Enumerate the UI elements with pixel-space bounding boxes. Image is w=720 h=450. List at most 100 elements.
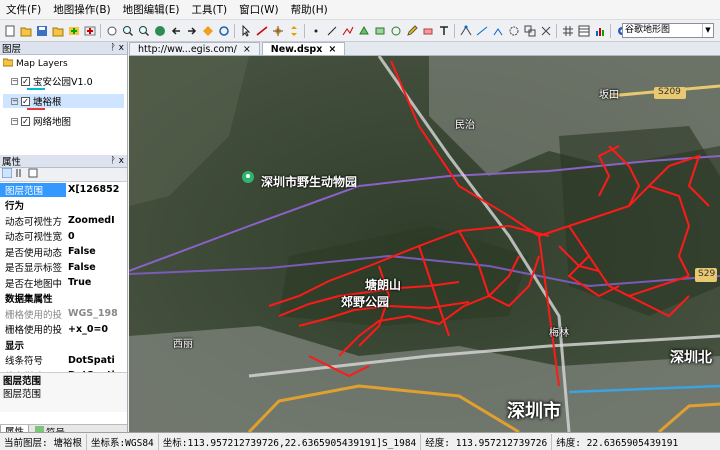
zoom-out-icon[interactable]: [136, 23, 151, 39]
map-label-xili: 西丽: [173, 339, 193, 350]
pin-icon[interactable]: ᚹ x: [110, 43, 127, 53]
menu-tools[interactable]: 工具(T): [185, 2, 233, 17]
property-category[interactable]: 行为: [0, 198, 127, 214]
property-pages-icon[interactable]: [28, 168, 38, 181]
union-icon[interactable]: [522, 23, 537, 39]
property-value[interactable]: DotSpati: [66, 370, 127, 372]
add-data-icon[interactable]: [66, 23, 81, 39]
eraser-icon[interactable]: [420, 23, 435, 39]
layer-checkbox[interactable]: ✓: [21, 76, 30, 86]
polygon-tool-icon[interactable]: [356, 23, 371, 39]
menu-map-ops[interactable]: 地图操作(B): [47, 2, 116, 17]
property-value[interactable]: +x_0=0: [66, 324, 127, 335]
status-latitude: 纬度: 22.6365905439191: [556, 437, 679, 449]
property-row[interactable]: 动态可视性宽 0: [0, 229, 127, 245]
pan-icon[interactable]: [104, 23, 119, 39]
merge-icon[interactable]: [490, 23, 505, 39]
status-bar: 当前图层: 塘裕根 坐标系:WGS84 坐标:113.957212739726,…: [0, 432, 720, 450]
property-value[interactable]: False: [66, 262, 127, 273]
layer-checkbox[interactable]: ✓: [21, 116, 30, 126]
property-grid: 图层范围 X[126852 行为 动态可视性方 ZoomedI 动态可视性宽 0 是否使用动态…: [0, 182, 127, 372]
property-value[interactable]: WGS_198: [66, 308, 127, 319]
move-tool-icon[interactable]: [286, 23, 301, 39]
polyline-tool-icon[interactable]: [340, 23, 355, 39]
basemap-select[interactable]: 谷歌地形图 ▼: [622, 23, 714, 38]
line-tool-icon[interactable]: [324, 23, 339, 39]
collapse-icon[interactable]: −: [11, 97, 18, 105]
back-icon[interactable]: [168, 23, 183, 39]
save-icon[interactable]: [34, 23, 49, 39]
property-row[interactable]: 线条样式DotSpati: [0, 368, 127, 372]
categorized-icon[interactable]: [1, 167, 13, 181]
pin-icon[interactable]: ᚹ x: [110, 156, 127, 166]
layer-item-tangyugen[interactable]: − ✓ 塘裕根: [3, 94, 124, 108]
property-category[interactable]: 显示: [0, 337, 127, 353]
text-tool-icon[interactable]: [436, 23, 451, 39]
select-icon[interactable]: [238, 23, 253, 39]
split-icon[interactable]: [474, 23, 489, 39]
identify-icon[interactable]: [200, 23, 215, 39]
layer-legend-swatch: [27, 108, 45, 110]
property-row[interactable]: 栅格使用的投 WGS_198: [0, 306, 127, 322]
menu-bar: 文件(F) 地图操作(B) 地图编辑(E) 工具(T) 窗口(W) 帮助(H): [0, 0, 720, 20]
menu-file[interactable]: 文件(F): [0, 2, 47, 17]
layer-item-web-map[interactable]: − ✓ 网络地图: [3, 114, 124, 128]
layer-checkbox[interactable]: ✓: [21, 96, 30, 106]
open-file-icon[interactable]: [18, 23, 33, 39]
property-key: 动态可视性宽: [5, 232, 63, 244]
property-key: 线条符号: [5, 356, 44, 368]
collapse-icon[interactable]: −: [11, 117, 18, 125]
circle-tool-icon[interactable]: [388, 23, 403, 39]
menu-map-edit[interactable]: 地图编辑(E): [117, 2, 186, 17]
property-value[interactable]: ZoomedI: [66, 215, 127, 226]
grid-icon[interactable]: [560, 23, 575, 39]
property-value[interactable]: X[126852: [66, 184, 127, 195]
tree-root-label: Map Layers: [16, 58, 68, 69]
forward-icon[interactable]: [184, 23, 199, 39]
property-row[interactable]: 是否显示标签 False: [0, 260, 127, 276]
add-layer-icon[interactable]: [82, 23, 97, 39]
table-icon[interactable]: [576, 23, 591, 39]
property-row[interactable]: 是否在地图中 True: [0, 275, 127, 291]
menu-window[interactable]: 窗口(W): [233, 2, 285, 17]
tab-web-page[interactable]: http://ww...egis.com/ ×: [129, 42, 260, 55]
zoom-in-icon[interactable]: [120, 23, 135, 39]
sort-az-icon[interactable]: [15, 168, 25, 181]
buffer-icon[interactable]: [506, 23, 521, 39]
measure-icon[interactable]: [254, 23, 269, 39]
property-row[interactable]: 是否使用动态 False: [0, 244, 127, 260]
rect-tool-icon[interactable]: [372, 23, 387, 39]
close-icon[interactable]: ×: [328, 44, 336, 55]
map-canvas[interactable]: 深圳市野生动物园 塘朗山 郊野公园 深圳市 深圳北 民治 坂田 梅林 西丽 S2…: [129, 56, 720, 432]
full-extent-icon[interactable]: [152, 23, 167, 39]
property-row[interactable]: 线条符号 DotSpati: [0, 353, 127, 369]
property-value[interactable]: True: [66, 277, 127, 288]
property-row[interactable]: 图层范围 X[126852: [0, 182, 127, 198]
property-value[interactable]: DotSpati: [66, 355, 127, 366]
layer-item-baoan-park[interactable]: − ✓ 宝安公园V1.0: [3, 74, 124, 88]
new-file-icon[interactable]: [2, 23, 17, 39]
open-map-icon[interactable]: [50, 23, 65, 39]
tab-new-dspx[interactable]: New.dspx ×: [261, 42, 346, 55]
point-tool-icon[interactable]: [308, 23, 323, 39]
pencil-icon[interactable]: [404, 23, 419, 39]
property-value[interactable]: False: [66, 246, 127, 257]
property-value[interactable]: 0: [66, 231, 127, 242]
chevron-down-icon[interactable]: ▼: [702, 24, 713, 37]
property-category[interactable]: 数据集属性: [0, 291, 127, 307]
vertex-edit-icon[interactable]: [458, 23, 473, 39]
map-pin-icon[interactable]: [242, 171, 254, 183]
property-row[interactable]: 栅格使用的投 +x_0=0: [0, 322, 127, 338]
refresh-icon[interactable]: [216, 23, 231, 39]
property-row[interactable]: 动态可视性方 ZoomedI: [0, 213, 127, 229]
prop-panel-header: 属性 ᚹ x: [0, 155, 127, 168]
tree-root[interactable]: Map Layers: [2, 57, 124, 70]
chart-icon[interactable]: [592, 23, 607, 39]
edit-tool-icon[interactable]: [270, 23, 285, 39]
toolbar: [0, 20, 720, 42]
close-icon[interactable]: ×: [243, 44, 251, 55]
clip-icon[interactable]: [538, 23, 553, 39]
menu-help[interactable]: 帮助(H): [285, 2, 334, 17]
collapse-icon[interactable]: −: [11, 77, 18, 85]
property-key: 栅格使用的投: [5, 325, 63, 337]
